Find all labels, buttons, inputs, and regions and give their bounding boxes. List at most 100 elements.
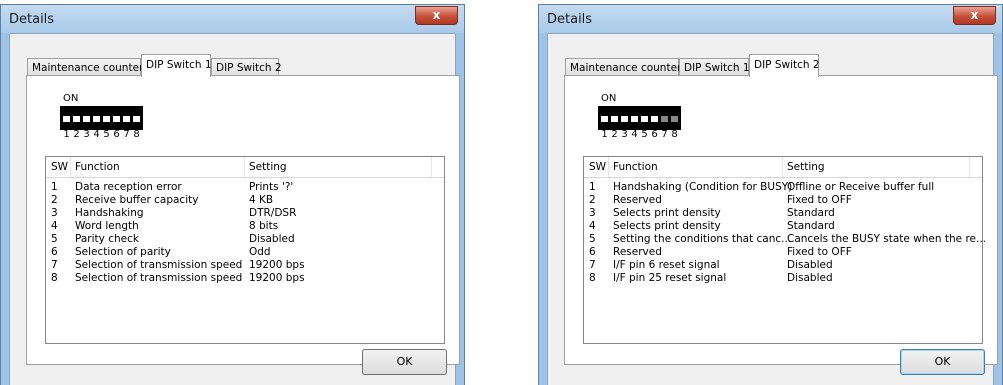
cell-function: Setting the conditions that canc... — [613, 233, 792, 245]
dip-switch-bank — [60, 106, 143, 130]
switch-number: 7 — [661, 129, 668, 140]
column-header-sw[interactable]: SW — [51, 161, 68, 173]
settings-list: SW Function Setting 1 Data reception erro… — [45, 156, 445, 344]
dip-switch-1 — [600, 108, 609, 123]
cell-sw: 2 — [589, 194, 596, 206]
list-item[interactable]: 3 Handshaking DTR/DSR — [46, 207, 444, 220]
cell-sw: 7 — [51, 259, 58, 271]
dip-switch-2 — [72, 108, 81, 123]
dip-switch-knob — [103, 116, 110, 122]
cell-sw: 1 — [589, 181, 596, 193]
cell-sw: 8 — [589, 272, 596, 284]
column-header-sw[interactable]: SW — [589, 161, 606, 173]
cell-setting: Disabled — [787, 259, 833, 271]
dip-switch-knob — [651, 116, 658, 122]
dip-switch-bank — [598, 106, 681, 130]
list-item[interactable]: 5 Parity check Disabled — [46, 233, 444, 246]
settings-list: SW Function Setting 1 Handshaking (Condit… — [583, 156, 986, 344]
list-item[interactable]: 3 Selects print density Standard — [584, 207, 982, 220]
dip-switch-3 — [82, 108, 91, 123]
switch-numbers: 12345678 — [601, 129, 678, 140]
column-header-setting[interactable]: Setting — [249, 161, 287, 173]
cell-function: Reserved — [613, 194, 662, 206]
dialog-client-area: Maintenance counter DIP Switch 1 DIP Swi… — [9, 33, 460, 385]
switch-number: 5 — [641, 129, 648, 140]
title-bar[interactable]: Details x — [539, 5, 1002, 33]
cell-sw: 5 — [51, 233, 58, 245]
cell-function: Handshaking — [75, 207, 144, 219]
cell-sw: 7 — [589, 259, 596, 271]
dip-switch-6 — [112, 108, 121, 123]
cell-function: Selection of transmission speed — [75, 259, 243, 271]
tab-dip-switch-2[interactable]: DIP Switch 2 — [749, 54, 820, 77]
list-item[interactable]: 2 Reserved Fixed to OFF — [584, 194, 982, 207]
dip-switch-knob — [601, 116, 608, 122]
dip-switch-1 — [62, 108, 71, 123]
list-item[interactable]: 7 Selection of transmission speed 19200 bp… — [46, 259, 444, 272]
cell-sw: 2 — [51, 194, 58, 206]
column-header-function[interactable]: Function — [75, 161, 120, 173]
ok-button[interactable]: OK — [362, 349, 447, 375]
tab-dip-switch-2[interactable]: DIP Switch 2 — [211, 58, 282, 76]
dip-switch-5 — [640, 108, 649, 123]
tab-panel: ON 12345678 SW Function Setting 1 Data re… — [26, 75, 460, 365]
details-dialog-dip1: Details x Maintenance counter DIP Switch… — [0, 4, 465, 385]
dip-switch-knob — [671, 116, 678, 122]
list-item[interactable]: 5 Setting the conditions that canc... Canc… — [584, 233, 986, 246]
list-item[interactable]: 7 I/F pin 6 reset signal Disabled — [584, 259, 982, 272]
tab-dip-switch-1[interactable]: DIP Switch 1 — [141, 54, 212, 77]
column-header-function[interactable]: Function — [613, 161, 658, 173]
dip-switch-knob — [73, 116, 80, 122]
dialog-title: Details — [9, 12, 55, 27]
cell-sw: 3 — [589, 207, 596, 219]
list-item[interactable]: 6 Selection of parity Odd — [46, 246, 444, 259]
dip-switch-8 — [132, 108, 141, 123]
dip-switch-knob — [631, 116, 638, 122]
list-item[interactable]: 1 Handshaking (Condition for BUSY) Offline… — [584, 181, 982, 194]
cell-function: Selection of parity — [75, 246, 171, 258]
dip-switch-knob — [123, 116, 130, 122]
close-button[interactable]: x — [415, 6, 458, 25]
cell-sw: 5 — [589, 233, 596, 245]
ok-button[interactable]: OK — [900, 349, 985, 375]
list-item[interactable]: 2 Receive buffer capacity 4 KB — [46, 194, 444, 207]
cell-function: Selects print density — [613, 207, 721, 219]
dip-switch-6 — [650, 108, 659, 123]
cell-setting: 4 KB — [249, 194, 274, 206]
list-item[interactable]: 1 Data reception error Prints '?' — [46, 181, 444, 194]
cell-function: Word length — [75, 220, 139, 232]
dip-switch-8 — [670, 108, 679, 123]
cell-setting: DTR/DSR — [249, 207, 297, 219]
list-item[interactable]: 8 I/F pin 25 reset signal Disabled — [584, 272, 982, 285]
list-item[interactable]: 6 Reserved Fixed to OFF — [584, 246, 982, 259]
tab-maintenance-counter[interactable]: Maintenance counter — [565, 58, 681, 76]
switch-number: 8 — [133, 129, 140, 140]
cell-sw: 4 — [589, 220, 596, 232]
column-header-setting[interactable]: Setting — [787, 161, 825, 173]
list-item[interactable]: 4 Word length 8 bits — [46, 220, 444, 233]
cell-setting: 19200 bps — [249, 272, 305, 284]
tab-maintenance-counter[interactable]: Maintenance counter — [27, 58, 143, 76]
cell-sw: 8 — [51, 272, 58, 284]
cell-sw: 6 — [589, 246, 596, 258]
cell-function: Reserved — [613, 246, 662, 258]
list-item[interactable]: 4 Selects print density Standard — [584, 220, 982, 233]
dip-switch-3 — [620, 108, 629, 123]
close-button[interactable]: x — [953, 6, 996, 25]
cell-function: Selects print density — [613, 220, 721, 232]
dip-switch-7 — [660, 108, 669, 123]
cell-function: Selection of transmission speed — [75, 272, 243, 284]
cell-setting: Odd — [249, 246, 271, 258]
on-label: ON — [601, 93, 617, 104]
list-item[interactable]: 8 Selection of transmission speed 19200 bp… — [46, 272, 444, 285]
switch-number: 7 — [123, 129, 130, 140]
tab-dip-switch-1[interactable]: DIP Switch 1 — [679, 58, 750, 76]
dip-switch-7 — [122, 108, 131, 123]
cell-sw: 1 — [51, 181, 58, 193]
switch-number: 2 — [611, 129, 618, 140]
cell-function: I/F pin 6 reset signal — [613, 259, 720, 271]
details-dialog-dip2: Details x Maintenance counter DIP Switch… — [538, 4, 1003, 385]
dip-switch-knob — [83, 116, 90, 122]
title-bar[interactable]: Details x — [1, 5, 464, 33]
cell-setting: Disabled — [787, 272, 833, 284]
